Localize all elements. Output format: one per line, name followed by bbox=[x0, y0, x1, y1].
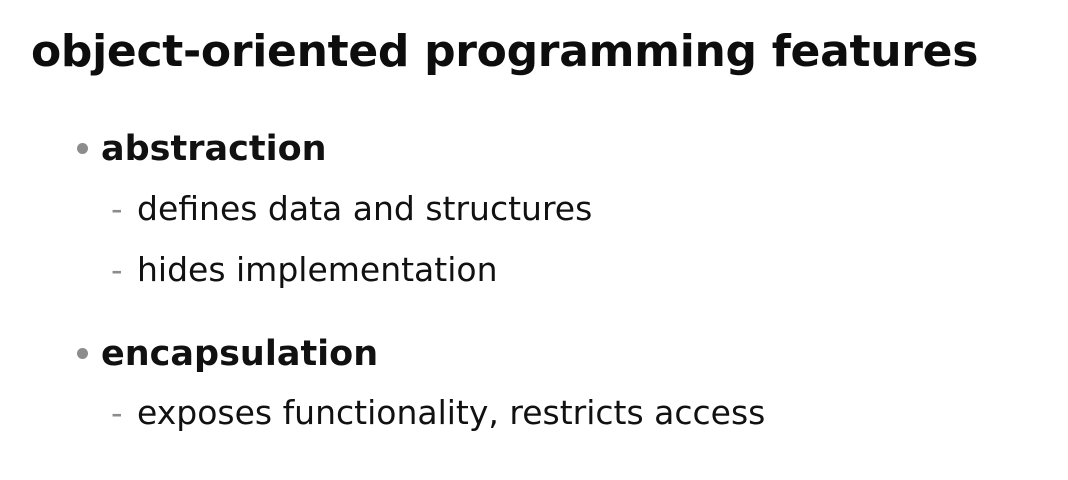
subitem-text: defines data and structures bbox=[137, 189, 593, 228]
subitem-text: exposes functionality, restricts access bbox=[137, 393, 766, 432]
bullet-abstraction: abstraction bbox=[0, 124, 1068, 174]
subitem-exposes-functionality: - exposes functionality, restricts acces… bbox=[0, 388, 1068, 438]
subitem-defines-data: - defines data and structures bbox=[0, 184, 1068, 234]
bullet-dot-icon bbox=[77, 143, 88, 154]
slide: object-oriented programming features abs… bbox=[0, 0, 1068, 480]
slide-title: object-oriented programming features bbox=[31, 26, 979, 77]
bullet-dot-icon bbox=[77, 348, 88, 359]
dash-marker: - bbox=[111, 251, 123, 289]
dash-marker: - bbox=[111, 394, 123, 432]
bullet-encapsulation: encapsulation bbox=[0, 329, 1068, 379]
subitem-hides-implementation: - hides implementation bbox=[0, 245, 1068, 295]
dash-marker: - bbox=[111, 190, 123, 228]
bullet-label: encapsulation bbox=[101, 334, 379, 374]
bullet-label: abstraction bbox=[101, 129, 327, 169]
subitem-text: hides implementation bbox=[137, 250, 498, 289]
